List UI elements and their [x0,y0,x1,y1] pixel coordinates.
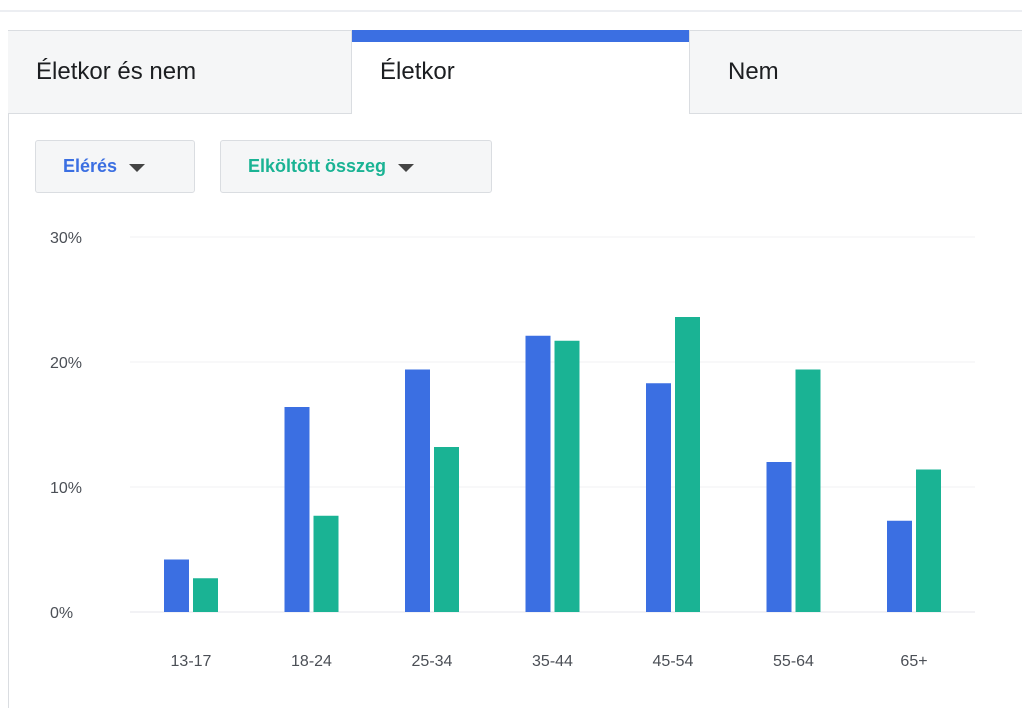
spend-bar [675,317,700,612]
reach-bar [766,462,792,612]
spend-bar [313,515,339,612]
spend-bar [434,447,459,612]
y-tick-label: 30% [50,230,82,247]
x-tick-label: 65+ [900,653,927,670]
x-tick-label: 13-17 [171,653,212,670]
x-tick-label: 55-64 [773,653,814,670]
y-tick-label: 0% [50,605,73,622]
x-tick-label: 45-54 [653,653,694,670]
reach-bar [525,335,551,612]
y-tick-label: 10% [50,480,82,497]
age-bar-chart: 0% 10% 20% 30% 13-17 18-24 25-34 35-44 45-54 55-6… [50,230,975,670]
x-tick-label: 25-34 [412,653,453,670]
spend-bar [795,369,821,612]
x-tick-label: 18-24 [291,653,332,670]
reach-bar [284,407,310,612]
spend-bar [193,578,218,612]
reach-bar [405,369,430,612]
x-tick-label: 35-44 [532,653,573,670]
spend-bar [554,340,580,612]
y-tick-label: 20% [50,355,82,372]
reach-bar [887,520,912,612]
reach-bar [646,383,671,612]
reach-bar [164,559,189,612]
spend-bar [916,469,941,612]
